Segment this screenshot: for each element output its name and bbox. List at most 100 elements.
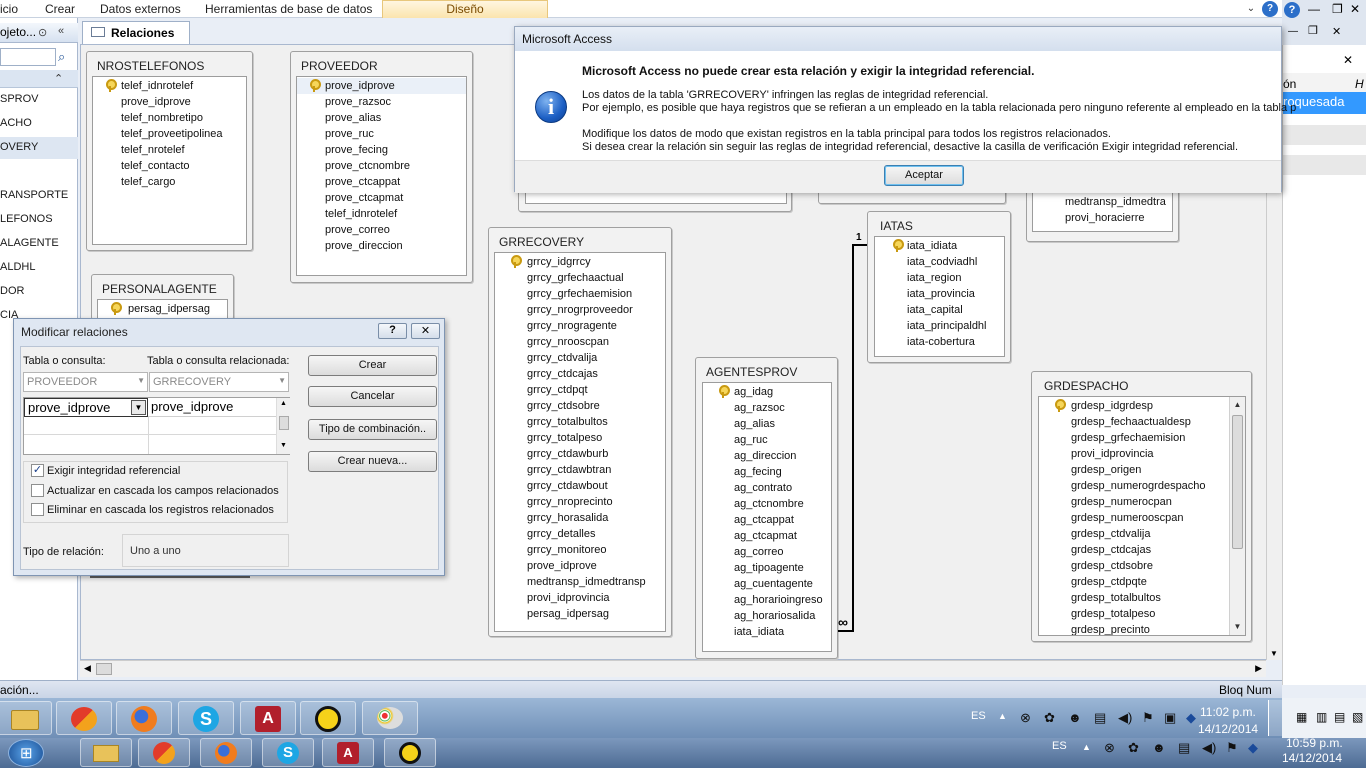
tab-diseno[interactable]: Diseño	[382, 0, 548, 18]
scroll-thumb[interactable]	[279, 416, 289, 430]
field-item[interactable]: persag_idpersag	[128, 303, 210, 315]
field-item[interactable]: prove_razsoc	[325, 96, 391, 108]
field-item[interactable]: telef_contacto	[121, 160, 190, 172]
field-item[interactable]: grrcy_ctdawbout	[527, 480, 608, 492]
field-item[interactable]: grdesp_ctdcajas	[1071, 544, 1151, 556]
field-item[interactable]: iata_principaldhl	[907, 320, 987, 332]
chevron-up-icon[interactable]: ⌃	[54, 72, 63, 85]
field-item[interactable]: ag_contrato	[734, 482, 792, 494]
field-item[interactable]: grdesp_grfechaemision	[1071, 432, 1185, 444]
table-nrostelefonos[interactable]: NROSTELEFONOS telef_idnrotelef prove_idp…	[86, 51, 253, 251]
clock-date[interactable]: 14/12/2014	[1198, 722, 1258, 736]
related-table-select[interactable]: GRRECOVERY ▼	[149, 372, 289, 392]
grid-scrollbar[interactable]: ▲ ▼	[276, 398, 290, 454]
field-item[interactable]: ag_alias	[734, 418, 775, 430]
field-item[interactable]: grdesp_numerogrdespacho	[1071, 480, 1206, 492]
tab-crear[interactable]: Crear	[45, 2, 75, 16]
scroll-thumb[interactable]	[1232, 415, 1243, 549]
flag-icon[interactable]: ⚑	[1142, 710, 1154, 726]
field-item[interactable]: iata_capital	[907, 304, 963, 316]
tab-relaciones[interactable]: Relaciones	[82, 21, 190, 44]
field-item[interactable]: provi_idprovincia	[1071, 448, 1154, 460]
field-item[interactable]: grrcy_totalbultos	[527, 416, 608, 428]
tray-app-icon[interactable]: ▣	[1164, 710, 1176, 726]
field-item[interactable]: telef_cargo	[121, 176, 175, 188]
field-item[interactable]: iata_idiata	[734, 626, 784, 638]
relation-line[interactable]	[838, 630, 854, 632]
tray-app-icon[interactable]: ⊗	[1104, 740, 1115, 756]
join-type-button[interactable]: Tipo de combinación..	[308, 419, 437, 440]
field-item[interactable]: ag_ctcappat	[734, 514, 794, 526]
start-button[interactable]: ⊞	[8, 739, 44, 767]
field-item[interactable]: ag_ruc	[734, 434, 768, 446]
field-item[interactable]: medtransp_idmedtransp	[527, 576, 646, 588]
field-item[interactable]: grrcy_nrogrproveedor	[527, 304, 633, 316]
clock-date[interactable]: 14/12/2014	[1282, 751, 1342, 765]
nav-search-input[interactable]	[0, 48, 56, 66]
field-item[interactable]: ag_razsoc	[734, 402, 785, 414]
nav-item[interactable]: ACHO	[0, 117, 32, 129]
table-select[interactable]: PROVEEDOR ▼	[23, 372, 148, 392]
create-new-button[interactable]: Crear nueva...	[308, 451, 437, 472]
paint-icon[interactable]	[362, 701, 418, 735]
dropbox-icon[interactable]: ◆	[1186, 710, 1196, 726]
view-icon[interactable]: ▦	[1296, 710, 1307, 724]
nav-item[interactable]: OVERY	[0, 141, 38, 153]
network-icon[interactable]: ▤	[1094, 710, 1106, 726]
scroll-down-icon[interactable]: ▼	[1270, 649, 1278, 658]
restore-icon[interactable]: ❐	[1308, 24, 1318, 37]
table-personalagente[interactable]: PERSONALAGENTE persag_idpersag	[91, 274, 234, 321]
field-item[interactable]: prove_ctcnombre	[325, 160, 410, 172]
field-item[interactable]: grdesp_ctdvalija	[1071, 528, 1151, 540]
field-item[interactable]: iata_provincia	[907, 288, 975, 300]
chevron-up-icon[interactable]: ▲	[998, 711, 1007, 721]
field-item[interactable]: ag_direccion	[734, 450, 796, 462]
field-item[interactable]: grrcy_ctdsobre	[527, 400, 600, 412]
field-item[interactable]: grrcy_ctdvalija	[527, 352, 597, 364]
table-grdespacho[interactable]: GRDESPACHO grdesp_idgrdesp grdesp_fechaa…	[1031, 371, 1252, 642]
field-item[interactable]: prove_idprove	[325, 80, 395, 92]
avast-icon[interactable]	[138, 738, 190, 767]
field-item[interactable]: ag_correo	[734, 546, 784, 558]
nav-item[interactable]: ALAGENTE	[0, 237, 59, 249]
field-item[interactable]: ag_ctcapmat	[734, 530, 797, 542]
field-item[interactable]: prove_ctcappat	[325, 176, 400, 188]
firefox-icon[interactable]	[116, 701, 172, 735]
minimize-icon[interactable]: —	[1288, 26, 1298, 37]
field-item[interactable]: telef_nombretipo	[121, 112, 203, 124]
right-field-cell[interactable]: prove_idprove	[148, 398, 276, 417]
field-item[interactable]: provi_idprovincia	[527, 592, 610, 604]
network-icon[interactable]: ▤	[1178, 740, 1190, 756]
dropbox-icon[interactable]: ◆	[1248, 740, 1258, 756]
tray-app-icon[interactable]: ✿	[1044, 710, 1055, 726]
field-item[interactable]: grdesp_totalbultos	[1071, 592, 1161, 604]
field-item[interactable]: grrcy_grfechaactual	[527, 272, 624, 284]
explorer-icon[interactable]	[80, 738, 132, 767]
field-item[interactable]: iata_idiata	[907, 240, 957, 252]
close-icon[interactable]: ✕	[1343, 53, 1353, 67]
chevron-up-icon[interactable]: ▲	[1082, 742, 1091, 752]
skype-icon[interactable]: S	[178, 701, 234, 735]
canvas-horizontal-scrollbar[interactable]: ◀ ▶	[80, 660, 1266, 677]
field-item[interactable]: ag_idag	[734, 386, 773, 398]
field-item[interactable]: grdesp_numerooscpan	[1071, 512, 1184, 524]
field-item[interactable]: grrcy_detalles	[527, 528, 595, 540]
clock-time[interactable]: 10:59 p.m.	[1286, 736, 1343, 750]
field-item[interactable]: telef_nrotelef	[121, 144, 185, 156]
field-item[interactable]: prove_correo	[325, 224, 390, 236]
field-item[interactable]: telef_idnrotelef	[325, 208, 397, 220]
qlik-icon[interactable]	[384, 738, 436, 767]
field-item[interactable]: ag_fecing	[734, 466, 782, 478]
field-item[interactable]: grrcy_horasalida	[527, 512, 608, 524]
field-item[interactable]: prove_idprove	[527, 560, 597, 572]
relation-line[interactable]	[852, 244, 867, 246]
nav-item[interactable]: SPROV	[0, 93, 39, 105]
access-icon[interactable]: A	[322, 738, 374, 767]
nav-item[interactable]: RANSPORTE	[0, 189, 68, 201]
field-item[interactable]: medtransp_idmedtra	[1065, 196, 1166, 208]
show-desktop-button[interactable]	[1268, 700, 1282, 736]
chevron-down-icon[interactable]: ⌄	[1243, 1, 1259, 17]
firefox-icon[interactable]	[200, 738, 252, 767]
volume-icon[interactable]: ◀)	[1202, 740, 1216, 756]
field-item[interactable]: grrcy_nroprecinto	[527, 496, 613, 508]
